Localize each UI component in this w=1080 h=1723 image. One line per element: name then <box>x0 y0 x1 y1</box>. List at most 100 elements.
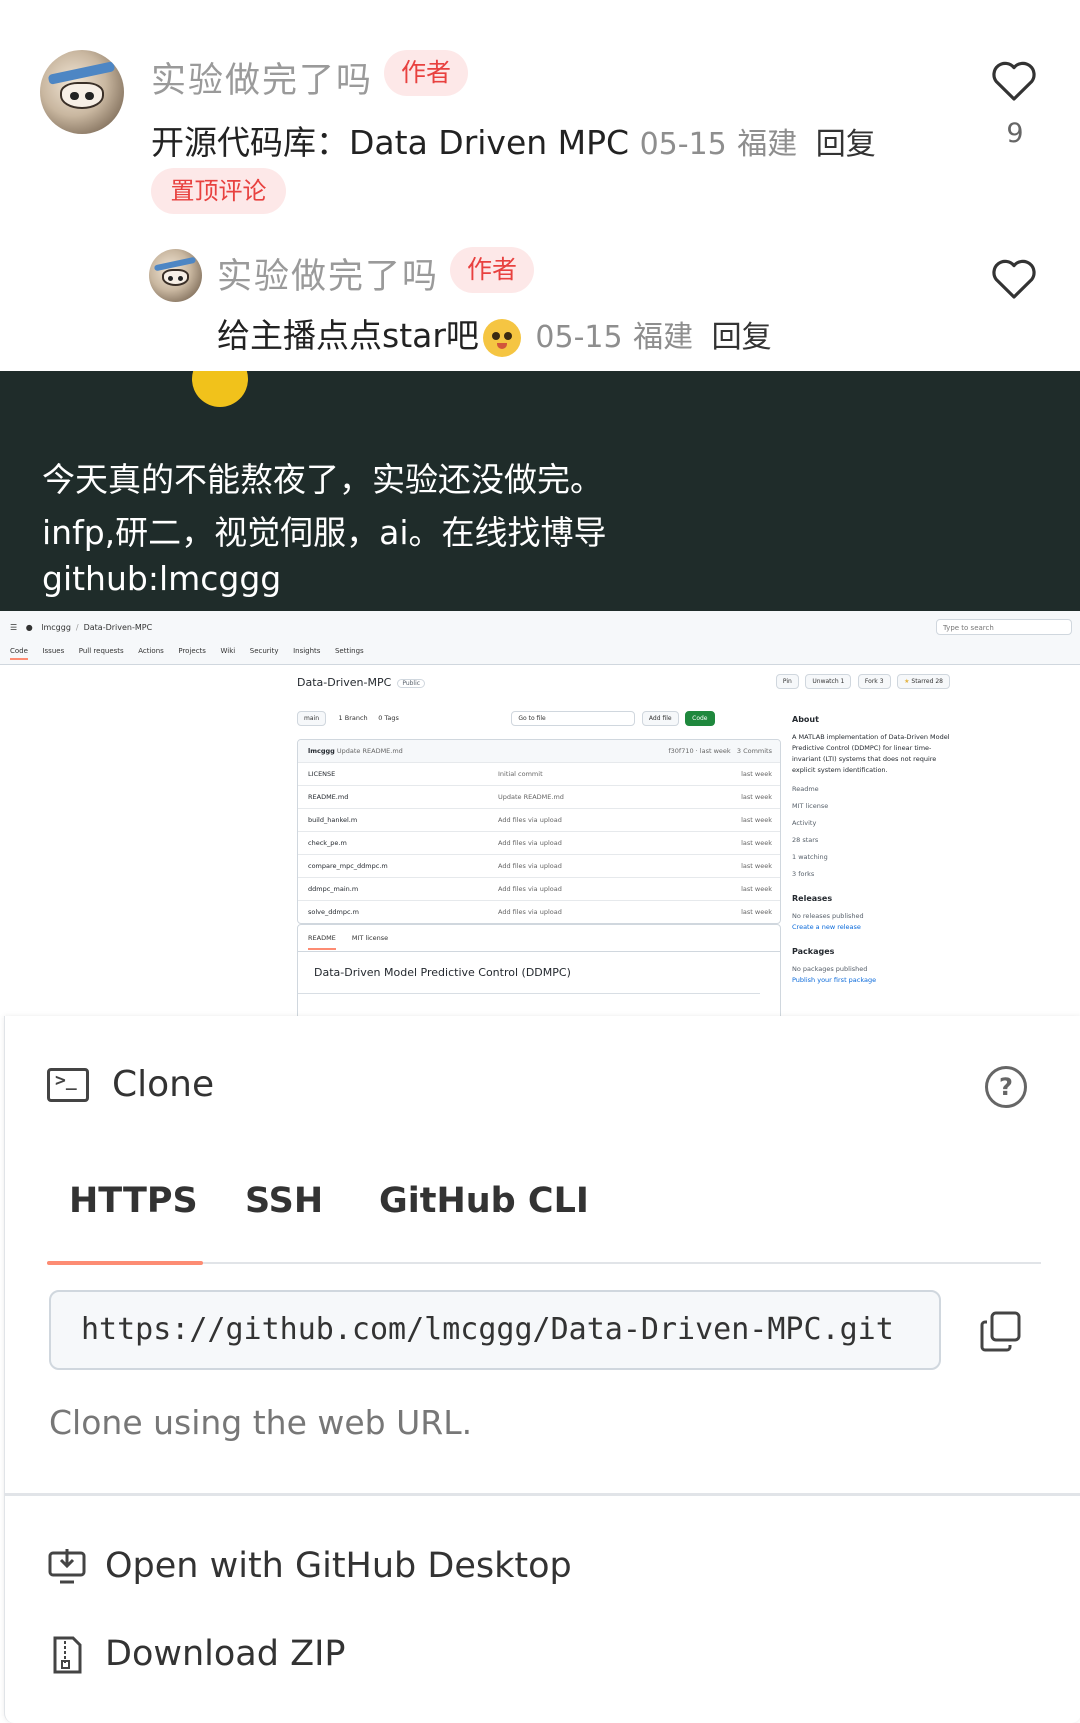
bio-line-2: infp,研二，视觉伺服，ai。在线找博导 <box>42 513 607 552</box>
file-list: lmcggg Update README.md f30f710 · last w… <box>297 739 781 924</box>
comment-section: 实验做完了吗 作者 开源代码库：Data Driven MPC 05-15 福建… <box>0 0 1080 371</box>
file-row[interactable]: check_pe.m Add files via upload last week <box>298 831 780 854</box>
comment-text: 开源代码库：Data Driven MPC <box>151 123 630 162</box>
tab-actions[interactable]: Actions <box>138 647 164 655</box>
about-description: A MATLAB implementation of Data-Driven M… <box>792 733 950 774</box>
bio-line-3: github:lmcggg <box>42 559 282 598</box>
comment-location: 福建 <box>737 127 798 162</box>
tab-ssh[interactable]: SSH <box>245 1181 323 1221</box>
readme-title: Data-Driven Model Predictive Control (DD… <box>298 952 760 994</box>
reply-button[interactable]: 回复 <box>816 127 876 162</box>
avatar[interactable] <box>149 249 202 302</box>
repo-nav-tabs: Code Issues Pull requests Actions Projec… <box>10 646 376 660</box>
fork-button[interactable]: Fork 3 <box>857 674 891 689</box>
packages-text: No packages published <box>792 965 868 973</box>
status-dot <box>192 371 248 407</box>
bio-line-1: 今天真的不能熬夜了，实验还没做完。 <box>42 460 603 499</box>
tab-readme[interactable]: README <box>308 934 336 950</box>
comment-text: 给主播点点star吧 <box>217 316 479 355</box>
clone-url-field[interactable]: https://github.com/lmcggg/Data-Driven-MP… <box>49 1290 941 1370</box>
code-button[interactable]: Code <box>685 711 715 726</box>
tab-wiki[interactable]: Wiki <box>221 647 236 655</box>
author-badge: 作者 <box>384 50 468 96</box>
clone-title: Clone <box>112 1064 215 1105</box>
license-link[interactable]: MIT license <box>792 801 952 812</box>
about-heading: About <box>792 715 819 724</box>
add-file-button[interactable]: Add file <box>641 711 679 726</box>
avatar[interactable] <box>40 50 124 134</box>
comment-date: 05-15 <box>535 320 623 355</box>
tab-insights[interactable]: Insights <box>293 647 320 655</box>
comment-text-row: 给主播点点star吧 05-15 福建 回复 <box>217 309 772 357</box>
breadcrumb-owner[interactable]: lmcggg <box>41 623 71 632</box>
clone-url-text: https://github.com/lmcggg/Data-Driven-MP… <box>81 1312 894 1347</box>
divider <box>5 1493 1080 1496</box>
readme-link[interactable]: Readme <box>792 784 952 795</box>
comment-username[interactable]: 实验做完了吗 <box>151 52 373 103</box>
tab-github-cli[interactable]: GitHub CLI <box>379 1181 589 1221</box>
clone-panel: Clone ? HTTPS SSH GitHub CLI https://git… <box>4 1016 1080 1723</box>
branch-select[interactable]: main <box>297 711 326 726</box>
activity-link[interactable]: Activity <box>792 818 952 829</box>
about-sidebar: About A MATLAB implementation of Data-Dr… <box>792 715 952 994</box>
copy-icon[interactable] <box>979 1309 1023 1353</box>
github-logo-icon[interactable]: ● <box>26 623 33 632</box>
file-row[interactable]: LICENSE Initial commit last week <box>298 762 780 785</box>
breadcrumb-repo[interactable]: Data-Driven-MPC <box>84 623 153 632</box>
like-heart-icon[interactable] <box>990 256 1038 304</box>
readme-panel: README MIT license Data-Driven Model Pre… <box>297 924 781 1016</box>
file-row[interactable]: README.md Update README.md last week <box>298 785 780 808</box>
branch-toolbar: main 1 Branch 0 Tags Go to file Add file… <box>297 711 779 729</box>
tab-pull-requests[interactable]: Pull requests <box>79 647 124 655</box>
starred-button[interactable]: ★ Starred 28 <box>897 674 950 689</box>
branch-count[interactable]: 1 Branch <box>339 714 368 722</box>
create-release-link[interactable]: Create a new release <box>792 922 952 933</box>
desktop-download-icon <box>47 1547 87 1587</box>
file-row[interactable]: build_hankel.m Add files via upload last w… <box>298 808 780 831</box>
zip-file-icon <box>47 1635 87 1675</box>
goto-file-input[interactable]: Go to file <box>511 711 636 726</box>
help-icon[interactable]: ? <box>985 1066 1027 1108</box>
repo-name[interactable]: Data-Driven-MPC <box>297 676 391 689</box>
github-header: ☰ ● lmcggg / Data-Driven-MPC Type to searc… <box>0 611 1080 665</box>
comment-location: 福建 <box>633 320 694 355</box>
file-row[interactable]: ddmpc_main.m Add files via upload last wee… <box>298 877 780 900</box>
open-github-desktop-button[interactable]: Open with GitHub Desktop <box>47 1546 572 1587</box>
search-input[interactable]: Type to search <box>936 619 1072 635</box>
tab-https[interactable]: HTTPS <box>69 1181 198 1221</box>
file-row[interactable]: compare_mpc_ddmpc.m Add files via upload l… <box>298 854 780 877</box>
clone-hint: Clone using the web URL. <box>49 1403 473 1442</box>
tab-code[interactable]: Code <box>10 647 28 660</box>
file-row[interactable]: solve_ddmpc.m Add files via upload last we… <box>298 900 780 923</box>
tab-license[interactable]: MIT license <box>352 934 388 942</box>
breadcrumb: ☰ ● lmcggg / Data-Driven-MPC <box>10 623 153 632</box>
terminal-icon <box>47 1068 89 1102</box>
visibility-badge: Public <box>397 678 426 688</box>
pinned-comment-badge: 置顶评论 <box>151 168 286 214</box>
readme-tabs: README MIT license <box>298 925 780 952</box>
download-zip-button[interactable]: Download ZIP <box>47 1634 346 1675</box>
comment-username[interactable]: 实验做完了吗 <box>217 248 439 299</box>
releases-heading: Releases <box>792 894 833 903</box>
stars-link[interactable]: 28 stars <box>792 835 952 846</box>
author-badge: 作者 <box>450 247 534 293</box>
tab-security[interactable]: Security <box>250 647 279 655</box>
watching-link[interactable]: 1 watching <box>792 852 952 863</box>
reply-button[interactable]: 回复 <box>712 320 772 355</box>
packages-heading: Packages <box>792 947 835 956</box>
publish-package-link[interactable]: Publish your first package <box>792 975 952 986</box>
tab-settings[interactable]: Settings <box>335 647 364 655</box>
tab-issues[interactable]: Issues <box>42 647 64 655</box>
pin-button[interactable]: Pin <box>775 674 799 689</box>
unwatch-button[interactable]: Unwatch 1 <box>805 674 852 689</box>
tab-projects[interactable]: Projects <box>178 647 206 655</box>
releases-text: No releases published <box>792 912 864 920</box>
forks-link[interactable]: 3 forks <box>792 869 952 880</box>
active-tab-indicator <box>47 1261 203 1265</box>
tags-count[interactable]: 0 Tags <box>378 714 399 722</box>
like-count: 9 <box>1006 118 1024 149</box>
like-heart-icon[interactable] <box>990 58 1038 106</box>
smiling-face-emoji-icon <box>482 318 521 357</box>
menu-icon[interactable]: ☰ <box>10 623 17 632</box>
comment-date: 05-15 <box>639 127 727 162</box>
